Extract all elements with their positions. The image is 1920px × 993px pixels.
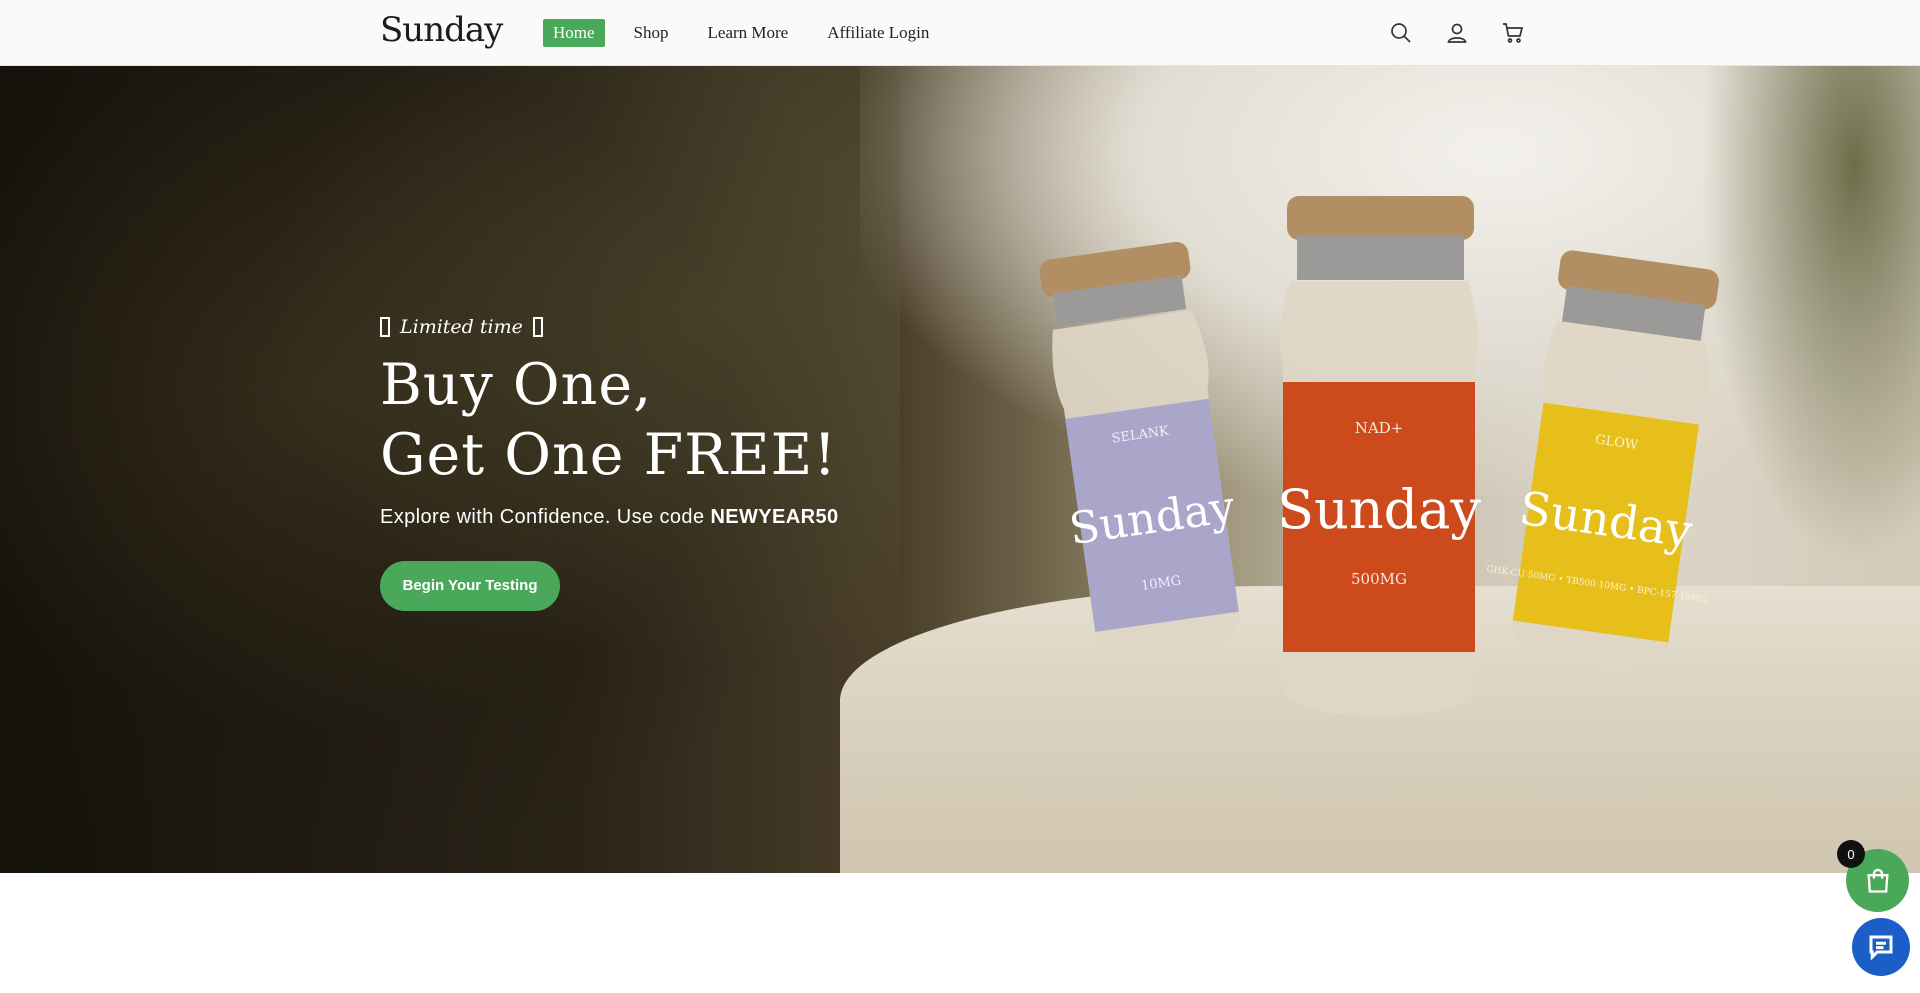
vial-glow: GLOW Sunday GHK-CU 50MG • TB500 10MG • B… xyxy=(1486,250,1719,669)
hero-headline-line1: Buy One, xyxy=(380,352,653,418)
hero-headline: Buy One, Get One FREE! xyxy=(380,350,839,490)
chat-icon xyxy=(1869,935,1893,961)
tagline-right-glyph xyxy=(532,317,543,337)
site-logo[interactable]: Sunday xyxy=(380,10,503,50)
account-icon[interactable] xyxy=(1442,18,1472,48)
shopping-bag-icon xyxy=(1866,868,1889,893)
vial-nad-name: NAD+ xyxy=(1355,419,1404,437)
hero-headline-line2: Get One FREE! xyxy=(380,422,838,488)
hero-content: Limited time Buy One, Get One FREE! Expl… xyxy=(380,316,839,611)
nav-item-home[interactable]: Home xyxy=(543,19,605,47)
nav-item-learn-more[interactable]: Learn More xyxy=(698,19,799,47)
vial-nad-dose: 500MG xyxy=(1351,570,1407,588)
hero-subtext: Explore with Confidence. Use code NEWYEA… xyxy=(380,506,839,529)
hero-tagline: Limited time xyxy=(380,316,839,338)
nav-item-shop[interactable]: Shop xyxy=(624,19,679,47)
vial-selank: SELANK Sunday 10MG xyxy=(1039,241,1240,659)
nav-item-affiliate-login[interactable]: Affiliate Login xyxy=(817,19,939,47)
hero-subtext-prefix: Explore with Confidence. Use code xyxy=(380,506,711,528)
hero-tagline-text: Limited time xyxy=(400,316,523,338)
product-vials-image: SELANK Sunday 10MG NAD+ Sunday 500MG GLO… xyxy=(1039,196,1719,716)
cart-icon[interactable] xyxy=(1498,18,1528,48)
begin-testing-button[interactable]: Begin Your Testing xyxy=(380,561,560,611)
tagline-left-glyph xyxy=(380,317,390,337)
main-nav: Home Shop Learn More Affiliate Login xyxy=(543,19,958,47)
vial-nad-brand: Sunday xyxy=(1277,478,1481,541)
hero-banner: SELANK Sunday 10MG NAD+ Sunday 500MG GLO… xyxy=(0,66,1920,873)
promo-code: NEWYEAR50 xyxy=(710,506,839,528)
cart-count-badge: 0 xyxy=(1837,840,1865,868)
header-icons xyxy=(1386,18,1554,48)
chat-widget-button[interactable] xyxy=(1852,918,1910,976)
site-header: Sunday Home Shop Learn More Affiliate Lo… xyxy=(0,0,1920,66)
vial-nad: NAD+ Sunday 500MG xyxy=(1277,196,1481,716)
search-icon[interactable] xyxy=(1386,18,1416,48)
